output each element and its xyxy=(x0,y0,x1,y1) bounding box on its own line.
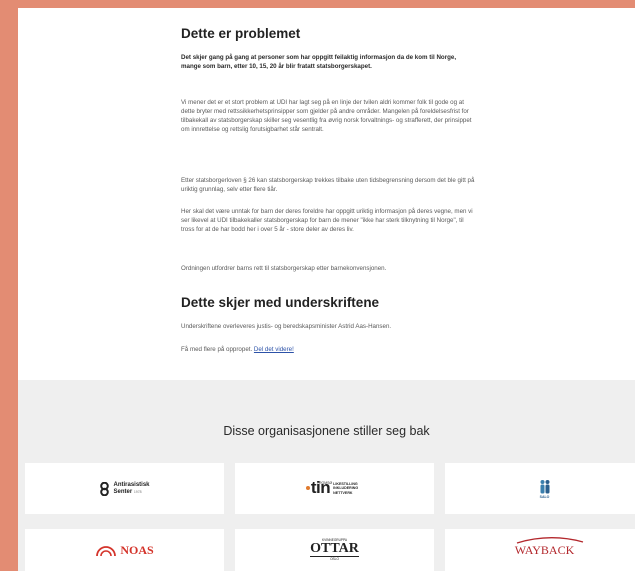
noas-logo: NOAS xyxy=(95,542,154,558)
org-card-salo[interactable]: SALO xyxy=(445,463,635,514)
paragraph-4: Ordningen utfordrer barns rett til stats… xyxy=(181,265,387,272)
tromso-tin-logo: TROMSØ tin LIKESTILLING INKLUDERING NETT… xyxy=(305,479,358,496)
wayback-swoosh-icon xyxy=(516,537,583,544)
salo-label: SALO xyxy=(539,494,550,499)
paragraph-2: Etter statsborgerloven § 26 kan statsbor… xyxy=(181,177,475,193)
organizations-section: Disse organisasjonene stiller seg bak An… xyxy=(18,380,635,571)
antirasistisk-senter-icon xyxy=(100,481,110,496)
wayback-logo: WAYBACK xyxy=(514,537,583,559)
org-card-noas[interactable]: NOAS xyxy=(25,529,224,571)
tin-line3: NETTVERK xyxy=(333,490,353,495)
noas-arch-icon xyxy=(96,546,117,557)
salo-figures-icon xyxy=(540,479,549,493)
org-card-ottar[interactable]: KVINNEGRUPPA OTTAR OSLO xyxy=(235,529,434,571)
section-title-problem: Dette er problemet xyxy=(181,26,301,41)
intro-paragraph: Det skjer gang på gang at personer som h… xyxy=(181,54,457,70)
ottar-bottom-text: OSLO xyxy=(330,557,339,561)
tin-dot-icon xyxy=(305,486,310,490)
share-link[interactable]: Del det videre! xyxy=(254,346,294,353)
ottar-word: OTTAR xyxy=(310,541,359,557)
org-card-tromso-tin[interactable]: TROMSØ tin LIKESTILLING INKLUDERING NETT… xyxy=(235,463,434,514)
antirasistisk-suffix: 1978 xyxy=(133,489,142,494)
org-card-wayback[interactable]: WAYBACK xyxy=(445,529,635,571)
paragraph-3: Her skal det være unntak for barn der de… xyxy=(181,208,473,233)
antirasistisk-senter-logo: Antirasistisk Senter 1978 xyxy=(99,481,150,496)
signatures-paragraph: Underskriftene overleveres justis- og be… xyxy=(181,323,392,330)
org-card-antirasistisk-senter[interactable]: Antirasistisk Senter 1978 xyxy=(25,463,224,514)
share-paragraph: Få med flere på oppropet. Del det videre… xyxy=(181,345,476,354)
antirasistisk-line2: Senter xyxy=(113,488,133,495)
section-title-signatures: Dette skjer med underskriftene xyxy=(181,295,380,310)
tin-small-text: TROMSØ xyxy=(316,481,333,485)
wayback-label: WAYBACK xyxy=(514,543,575,557)
ottar-logo: KVINNEGRUPPA OTTAR OSLO xyxy=(310,538,359,561)
paragraph-1: Vi mener det er et stort problem at UDI … xyxy=(181,99,472,133)
noas-label: NOAS xyxy=(120,542,154,557)
share-prefix: Få med flere på oppropet. xyxy=(181,346,254,353)
salo-logo: SALO xyxy=(538,479,552,499)
page-content: Dette er problemet Det skjer gang på gan… xyxy=(18,8,635,571)
organizations-title: Disse organisasjonene stiller seg bak xyxy=(223,424,430,438)
